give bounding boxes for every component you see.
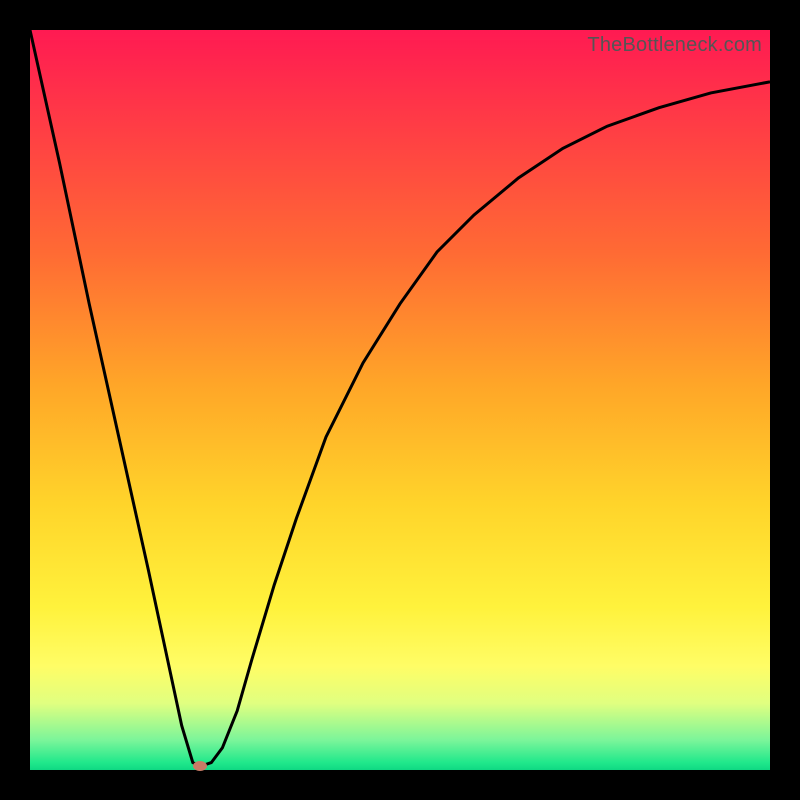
chart-frame: TheBottleneck.com [0,0,800,800]
curve-path [30,30,770,766]
bottleneck-curve [30,30,770,770]
plot-area: TheBottleneck.com [30,30,770,770]
optimal-point-marker [193,761,207,771]
